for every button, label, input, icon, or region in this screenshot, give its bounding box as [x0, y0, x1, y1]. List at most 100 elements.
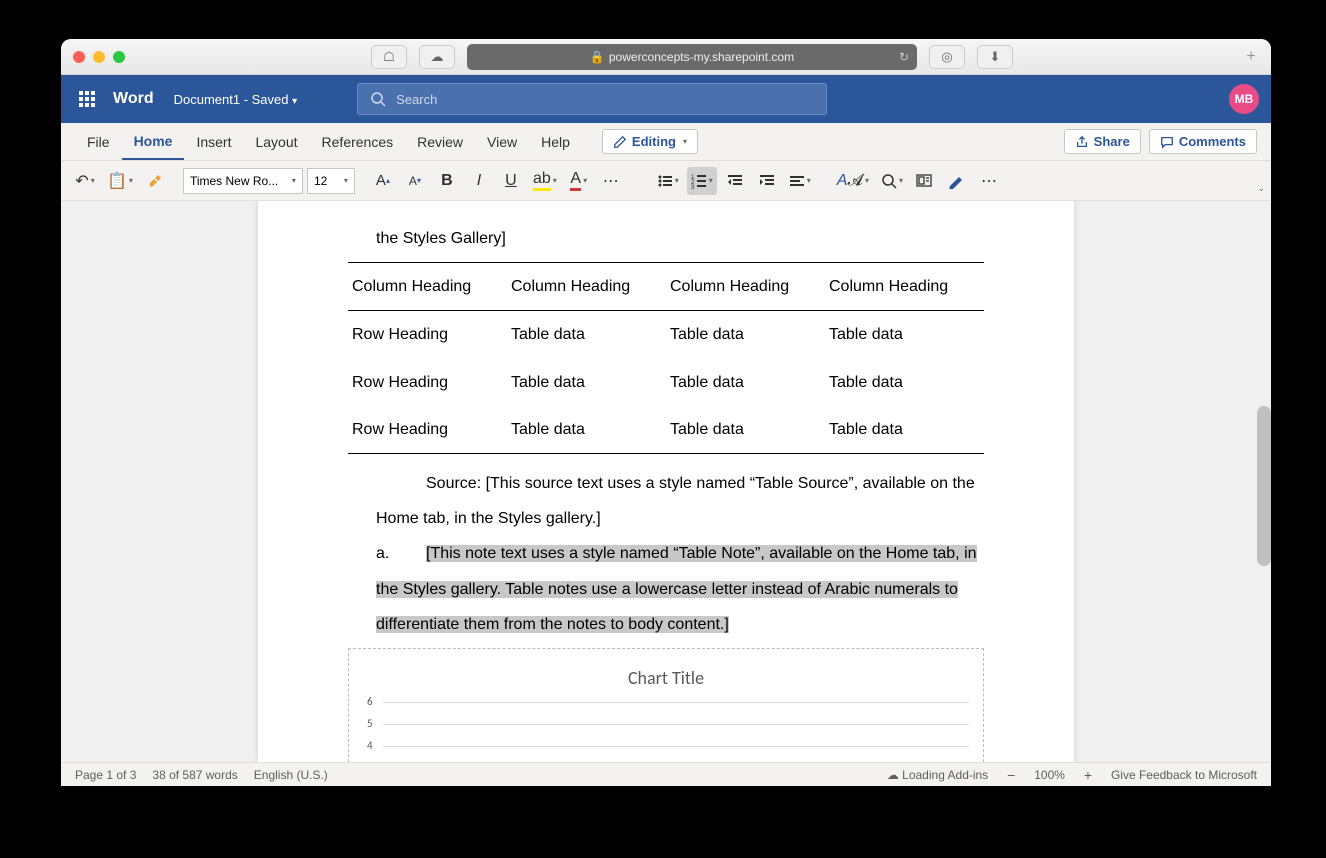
tab-layout[interactable]: Layout [243, 123, 309, 160]
note-text: [This note text uses a style named “Tabl… [376, 545, 977, 632]
download-button[interactable]: ⬇ [977, 45, 1013, 69]
table-row: Row HeadingTable dataTable dataTable dat… [348, 406, 984, 454]
app-header: Word Document1 - Saved ▾ Search MB [61, 75, 1271, 123]
paste-button[interactable]: 📋▾ [103, 167, 137, 195]
search-icon [881, 173, 897, 189]
tab-view[interactable]: View [475, 123, 529, 160]
tab-file[interactable]: File [75, 123, 122, 160]
font-family-select[interactable]: Times New Ro...▾ [183, 168, 303, 194]
tab-home[interactable]: Home [122, 123, 185, 160]
addins-status: ☁ Loading Add-ins [887, 768, 988, 782]
table-source: Source: [This source text uses a style n… [348, 466, 984, 536]
col-heading: Column Heading [348, 263, 507, 311]
icloud-button[interactable]: ☁ [419, 45, 455, 69]
tab-references[interactable]: References [310, 123, 406, 160]
app-launcher-icon[interactable] [73, 85, 101, 113]
comments-button[interactable]: Comments [1149, 129, 1257, 154]
editing-mode-button[interactable]: Editing▾ [602, 129, 698, 154]
ribbon-tabs: File Home Insert Layout References Revie… [61, 123, 1271, 161]
window-controls [73, 51, 125, 63]
shrink-font-button[interactable]: A▾ [401, 167, 429, 195]
brush-icon [147, 173, 163, 189]
numbering-button[interactable]: 123▾ [687, 167, 717, 195]
increase-indent-button[interactable] [753, 167, 781, 195]
tab-insert[interactable]: Insert [184, 123, 243, 160]
more-font-button[interactable]: ⋯ [597, 167, 625, 195]
format-painter-button[interactable] [141, 167, 169, 195]
chart-title: Chart Title [363, 659, 969, 699]
chart-plot-area: 23456 [363, 702, 969, 762]
avatar[interactable]: MB [1229, 84, 1259, 114]
status-bar: Page 1 of 3 38 of 587 words English (U.S… [61, 762, 1271, 786]
table-header-row: Column Heading Column Heading Column Hea… [348, 263, 984, 311]
align-icon [789, 173, 805, 189]
zoom-in-button[interactable]: + [1079, 766, 1097, 784]
pencil-icon [613, 135, 627, 149]
tab-help[interactable]: Help [529, 123, 582, 160]
col-heading: Column Heading [825, 263, 984, 311]
undo-button[interactable]: ↶▾ [71, 167, 99, 195]
share-button[interactable]: Share [1064, 129, 1141, 154]
maximize-window[interactable] [113, 51, 125, 63]
minimize-window[interactable] [93, 51, 105, 63]
share-icon [1075, 135, 1089, 149]
tab-review[interactable]: Review [405, 123, 475, 160]
decrease-indent-button[interactable] [721, 167, 749, 195]
chart[interactable]: Chart Title 23456 [348, 648, 984, 762]
note-label: a. [376, 536, 426, 571]
designer-icon [916, 173, 934, 189]
page-indicator[interactable]: Page 1 of 3 [75, 768, 136, 782]
ribbon-toolbar: ↶▾ 📋▾ Times New Ro...▾ 12▾ A▴ A▾ B I U a… [61, 161, 1271, 201]
document-canvas[interactable]: the Styles Gallery] Column Heading Colum… [61, 201, 1271, 762]
highlight-button[interactable]: ab▾ [529, 167, 561, 195]
search-placeholder: Search [396, 92, 437, 107]
zoom-out-button[interactable]: − [1002, 766, 1020, 784]
reader-button[interactable]: ◎ [929, 45, 965, 69]
word-count[interactable]: 38 of 587 words [152, 768, 237, 782]
styles-button[interactable]: A𝓐▾ [833, 167, 873, 195]
col-heading: Column Heading [666, 263, 825, 311]
zoom-level[interactable]: 100% [1034, 768, 1065, 782]
bullets-icon [657, 173, 673, 189]
outdent-icon [727, 173, 743, 189]
table-note: a.[This note text uses a style named “Ta… [348, 536, 984, 642]
lock-icon: 🔒 [590, 50, 605, 64]
doc-title[interactable]: Document1 - Saved ▾ [174, 92, 298, 107]
close-window[interactable] [73, 51, 85, 63]
vertical-scrollbar[interactable] [1257, 406, 1271, 566]
address-bar[interactable]: 🔒 powerconcepts-my.sharepoint.com ↻ [467, 44, 917, 70]
reload-icon[interactable]: ↻ [899, 50, 909, 64]
col-heading: Column Heading [507, 263, 666, 311]
privacy-button[interactable]: ☖ [371, 45, 407, 69]
page[interactable]: the Styles Gallery] Column Heading Colum… [258, 201, 1074, 762]
grow-font-button[interactable]: A▴ [369, 167, 397, 195]
language-indicator[interactable]: English (U.S.) [254, 768, 328, 782]
indent-icon [759, 173, 775, 189]
bullets-button[interactable]: ▾ [653, 167, 683, 195]
bold-button[interactable]: B [433, 167, 461, 195]
table-caption: the Styles Gallery] [348, 201, 984, 256]
search-icon [370, 91, 386, 107]
browser-titlebar: ☖ ☁ 🔒 powerconcepts-my.sharepoint.com ↻ … [61, 39, 1271, 75]
font-size-select[interactable]: 12▾ [307, 168, 355, 194]
app-name[interactable]: Word [113, 90, 154, 108]
feedback-link[interactable]: Give Feedback to Microsoft [1111, 768, 1257, 782]
underline-button[interactable]: U [497, 167, 525, 195]
search-input[interactable]: Search [357, 83, 827, 115]
designer-button[interactable] [911, 167, 939, 195]
comment-icon [1160, 135, 1174, 149]
numbering-icon: 123 [691, 173, 707, 189]
svg-text:3: 3 [691, 185, 695, 189]
doc-table: Column Heading Column Heading Column Hea… [348, 262, 984, 454]
find-button[interactable]: ▾ [877, 167, 907, 195]
more-button[interactable]: ⋯ [975, 167, 1003, 195]
align-button[interactable]: ▾ [785, 167, 815, 195]
italic-button[interactable]: I [465, 167, 493, 195]
dictate-button[interactable] [943, 167, 971, 195]
new-tab-button[interactable]: + [1241, 47, 1261, 67]
font-color-button[interactable]: A▾ [565, 167, 593, 195]
url-text: powerconcepts-my.sharepoint.com [609, 50, 794, 64]
table-row: Row HeadingTable dataTable dataTable dat… [348, 359, 984, 406]
chevron-down-icon[interactable]: ⌄ [1257, 183, 1265, 194]
table-row: Row HeadingTable dataTable dataTable dat… [348, 311, 984, 359]
